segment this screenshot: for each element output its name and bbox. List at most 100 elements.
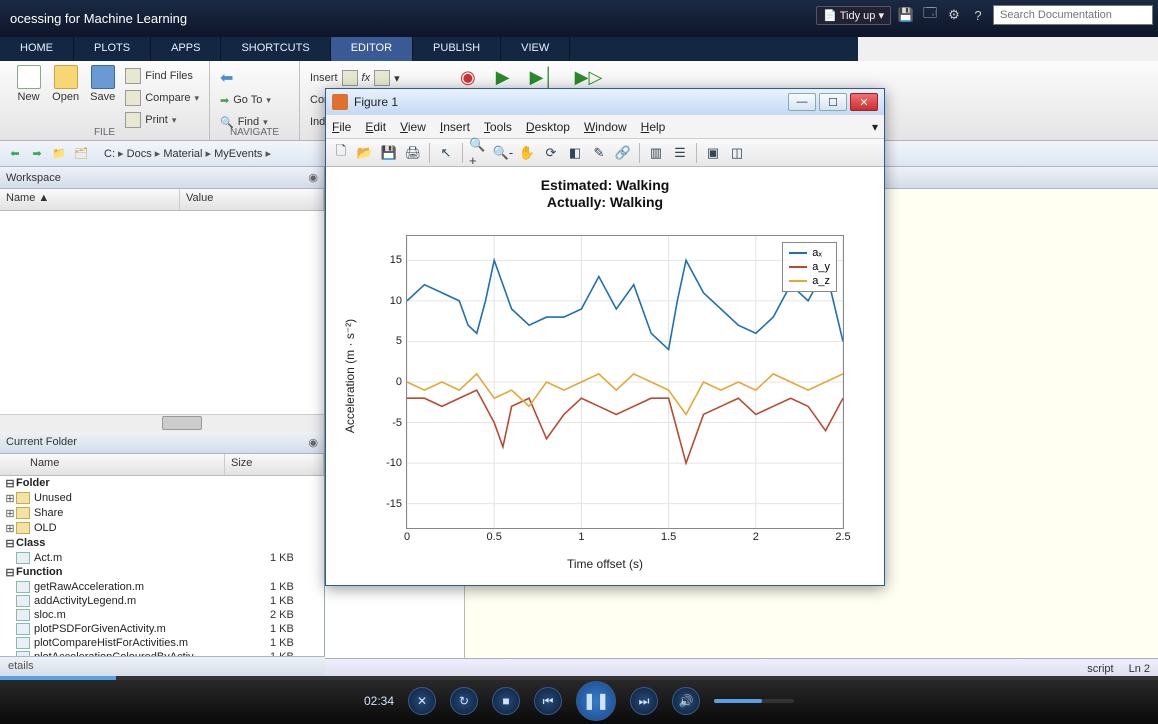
tab-publish[interactable]: PUBLISH <box>413 37 501 61</box>
colorbar-icon[interactable]: ▥ <box>645 142 667 164</box>
up-icon[interactable]: 📁 <box>50 145 68 163</box>
list-item[interactable]: sloc.m2 KB <box>0 608 324 622</box>
tab-editor[interactable]: EDITOR <box>331 37 413 61</box>
nav-back-button[interactable]: ⬅ <box>220 67 289 89</box>
run-advance-button[interactable]: ▶│ <box>530 67 555 88</box>
status-line: Ln 2 <box>1129 663 1150 675</box>
next-button[interactable]: ⏭ <box>630 687 658 715</box>
media-time: 02:34 <box>364 694 394 708</box>
list-item[interactable]: getRawAcceleration.m1 KB <box>0 580 324 594</box>
workspace-gear-icon[interactable]: ◉ <box>308 171 318 184</box>
link-icon[interactable]: 🔗 <box>612 142 634 164</box>
list-item[interactable]: ⊞Unused <box>0 491 324 506</box>
figure-title: Figure 1 <box>354 95 398 109</box>
folder-gear-icon[interactable]: ◉ <box>308 436 318 449</box>
play-pause-button[interactable]: ❚❚ <box>576 681 616 721</box>
workspace-header: Workspace◉ <box>0 167 324 189</box>
menu-desktop[interactable]: Desktop <box>526 120 570 134</box>
mute-button[interactable]: 🔊 <box>672 687 700 715</box>
repeat-button[interactable]: ↻ <box>450 687 478 715</box>
goto-button[interactable]: ➡Go To <box>220 89 289 111</box>
zoom-in-icon[interactable]: 🔍+ <box>468 142 490 164</box>
rotate-icon[interactable]: ⟳ <box>540 142 562 164</box>
zoom-out-icon[interactable]: 🔍- <box>492 142 514 164</box>
minimize-button[interactable]: — <box>788 93 816 111</box>
folder-columns: Name Size <box>0 454 324 476</box>
ribbon-tabs: HOMEPLOTSAPPSSHORTCUTSEDITORPUBLISHVIEW <box>0 37 858 61</box>
open-button[interactable]: Open <box>47 65 84 131</box>
tab-plots[interactable]: PLOTS <box>74 37 151 61</box>
menu-view[interactable]: View <box>400 120 426 134</box>
figure-window: Figure 1 — ☐ ✕ File Edit View Insert Tools De… <box>325 88 885 586</box>
tab-shortcuts[interactable]: SHORTCUTS <box>221 37 330 61</box>
details-panel: etails <box>0 656 325 678</box>
menu-tools[interactable]: Tools <box>484 120 512 134</box>
close-button[interactable]: ✕ <box>850 93 878 111</box>
save-layout-icon[interactable]: 💾 <box>897 6 915 24</box>
browse-icon[interactable]: 🗂 <box>72 145 90 163</box>
volume-slider[interactable] <box>714 699 794 703</box>
breadcrumb[interactable]: C:DocsMaterialMyEvents <box>104 147 271 160</box>
save-button[interactable]: Save <box>84 65 121 131</box>
folder-group[interactable]: ⊟Function <box>0 565 324 580</box>
list-item[interactable]: Act.m1 KB <box>0 551 324 565</box>
chart-axes: aₓa_ya_z -15-10-505101500.511.522.5 <box>406 235 844 529</box>
back-icon[interactable]: ⬅ <box>6 145 24 163</box>
workspace-columns: Name ▲ Value <box>0 189 324 211</box>
run-section-button[interactable]: ▶▷ <box>575 67 603 88</box>
media-player-bar: 02:34 ✕ ↻ ■ ⏮ ❚❚ ⏭ 🔊 <box>0 678 1158 724</box>
help-icon[interactable]: ? <box>969 6 987 24</box>
tab-apps[interactable]: APPS <box>151 37 221 61</box>
menu-help[interactable]: Help <box>641 120 666 134</box>
undock-icon[interactable]: ◫ <box>726 142 748 164</box>
figure-titlebar[interactable]: Figure 1 — ☐ ✕ <box>326 89 884 115</box>
prefs-icon[interactable]: ⚙ <box>945 6 963 24</box>
run-button[interactable]: ▶ <box>496 67 510 88</box>
maximize-button[interactable]: ☐ <box>819 93 847 111</box>
print-fig-icon[interactable]: 🖨 <box>402 142 424 164</box>
figure-menubar: File Edit View Insert Tools Desktop Window Help… <box>326 115 884 139</box>
window-title: ocessing for Machine Learning <box>10 11 187 26</box>
matlab-icon <box>332 94 348 110</box>
list-item[interactable]: ⊞OLD <box>0 521 324 536</box>
pointer-icon[interactable]: ↖ <box>435 142 457 164</box>
layout-icon[interactable]: 🗔 <box>921 6 939 24</box>
chart-title: Estimated: Walking Actually: Walking <box>336 177 874 211</box>
insert-row[interactable]: Insert fx ▾ <box>310 67 1148 89</box>
current-folder-header: Current Folder◉ <box>0 432 324 454</box>
list-item[interactable]: plotCompareHistForActivities.m1 KB <box>0 636 324 650</box>
new-button[interactable]: New <box>10 65 47 131</box>
list-item[interactable]: addActivityLegend.m1 KB <box>0 594 324 608</box>
compare-button[interactable]: Compare <box>125 87 199 109</box>
tidy-up-button[interactable]: 📄 Tidy up ▾ <box>816 6 891 25</box>
search-documentation-input[interactable] <box>993 5 1153 25</box>
list-item[interactable]: plotPSDForGivenActivity.m1 KB <box>0 622 324 636</box>
shuffle-button[interactable]: ✕ <box>408 687 436 715</box>
open-fig-icon[interactable]: 📂 <box>354 142 376 164</box>
list-item[interactable]: ⊞Share <box>0 506 324 521</box>
chart-legend: aₓa_ya_z <box>782 242 837 292</box>
tab-home[interactable]: HOME <box>0 37 74 61</box>
new-fig-icon[interactable]: 🗋 <box>330 142 352 164</box>
menu-file[interactable]: File <box>332 120 351 134</box>
menu-window[interactable]: Window <box>584 120 627 134</box>
tab-view[interactable]: VIEW <box>501 37 570 61</box>
brush-icon[interactable]: ✎ <box>588 142 610 164</box>
breakpoint-icon[interactable]: ◉ <box>460 67 476 88</box>
folder-group[interactable]: ⊟Class <box>0 536 324 551</box>
folder-group[interactable]: ⊟Folder <box>0 476 324 491</box>
menu-insert[interactable]: Insert <box>440 120 470 134</box>
pan-icon[interactable]: ✋ <box>516 142 538 164</box>
figure-toolbar: 🗋 📂 💾 🖨 ↖ 🔍+ 🔍- ✋ ⟳ ◧ ✎ 🔗 ▥ ☰ ▣ ◫ <box>326 139 884 167</box>
save-fig-icon[interactable]: 💾 <box>378 142 400 164</box>
find-files-button[interactable]: Find Files <box>125 65 199 87</box>
stop-button[interactable]: ■ <box>492 687 520 715</box>
fwd-icon[interactable]: ➡ <box>28 145 46 163</box>
prev-button[interactable]: ⏮ <box>534 687 562 715</box>
folder-list: ⊟Folder⊞Unused⊞Share⊞OLD⊟ClassAct.m1 KB⊟… <box>0 476 324 679</box>
workspace-scrollbar[interactable] <box>0 414 324 432</box>
dock-icon[interactable]: ▣ <box>702 142 724 164</box>
menu-edit[interactable]: Edit <box>365 120 386 134</box>
datatip-icon[interactable]: ◧ <box>564 142 586 164</box>
legend-icon[interactable]: ☰ <box>669 142 691 164</box>
